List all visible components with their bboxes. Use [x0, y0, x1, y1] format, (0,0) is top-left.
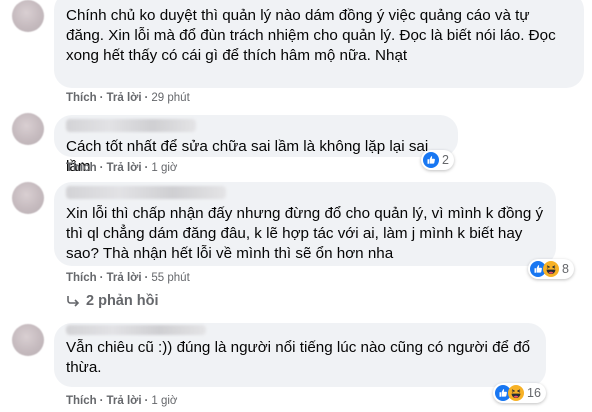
comment-text: Xin lỗi thì chấp nhận đấy nhưng đừng đổ … [66, 205, 548, 262]
separator-dot: · [99, 272, 104, 284]
haha-icon [543, 261, 559, 277]
commenter-avatar[interactable] [12, 0, 44, 32]
comment-bubble: Vẫn chiêu cũ :)) đúng là người nổi tiếng… [54, 323, 546, 387]
comment-bubble: Xin lỗi thì chấp nhận đấy nhưng đừng đổ … [54, 182, 556, 266]
reaction-summary[interactable]: 8 [528, 259, 574, 279]
comment-time[interactable]: 29 phút [151, 92, 189, 104]
comment-bubble: Cách tốt nhất để sửa chữa sai lầm là khô… [54, 115, 458, 175]
reaction-count: 2 [442, 153, 449, 167]
separator-dot: · [144, 92, 149, 104]
comment-time[interactable]: 1 giờ [151, 162, 177, 174]
comment-time[interactable]: 1 giờ [151, 395, 177, 407]
reply-link[interactable]: Trả lời [107, 92, 142, 104]
reaction-count: 8 [562, 262, 569, 276]
comment-actions: Thích · Trả lời · 55 phút [66, 272, 190, 284]
separator-dot: · [99, 92, 104, 104]
comment-bubble: Chính chủ ko duyệt thì quản lý nào dám đ… [54, 0, 584, 88]
comment-text: Chính chủ ko duyệt thì quản lý nào dám đ… [66, 7, 560, 64]
like-link[interactable]: Thích [66, 395, 97, 407]
comment-time[interactable]: 55 phút [151, 272, 189, 284]
like-link[interactable]: Thích [66, 162, 97, 174]
separator-dot: · [144, 162, 149, 174]
separator-dot: · [99, 395, 104, 407]
reaction-summary[interactable]: 2 [421, 150, 454, 170]
separator-dot: · [99, 162, 104, 174]
commenter-avatar[interactable] [12, 182, 44, 214]
commenter-name[interactable] [66, 119, 196, 132]
commenter-name[interactable] [66, 186, 226, 199]
like-icon [423, 152, 439, 168]
reply-link[interactable]: Trả lời [107, 395, 142, 407]
commenter-avatar[interactable] [12, 324, 44, 356]
like-link[interactable]: Thích [66, 92, 97, 104]
reply-arrow-icon [67, 296, 80, 307]
reaction-summary[interactable]: 16 [493, 383, 546, 403]
reaction-count: 16 [527, 386, 541, 400]
like-link[interactable]: Thích [66, 272, 97, 284]
reply-link[interactable]: Trả lời [107, 162, 142, 174]
commenter-name[interactable] [66, 325, 206, 335]
view-replies-link[interactable]: 2 phản hồi [66, 293, 159, 309]
reply-link[interactable]: Trả lời [107, 272, 142, 284]
separator-dot: · [144, 272, 149, 284]
comment-actions: Thích · Trả lời · 1 giờ [66, 162, 177, 174]
commenter-avatar[interactable] [12, 113, 44, 145]
separator-dot: · [144, 395, 149, 407]
comment-actions: Thích · Trả lời · 29 phút [66, 92, 190, 104]
comment-actions: Thích · Trả lời · 1 giờ [66, 395, 177, 407]
replies-count-label: 2 phản hồi [86, 293, 159, 309]
haha-icon [508, 385, 524, 401]
comment-text: Vẫn chiêu cũ :)) đúng là người nổi tiếng… [66, 339, 535, 376]
